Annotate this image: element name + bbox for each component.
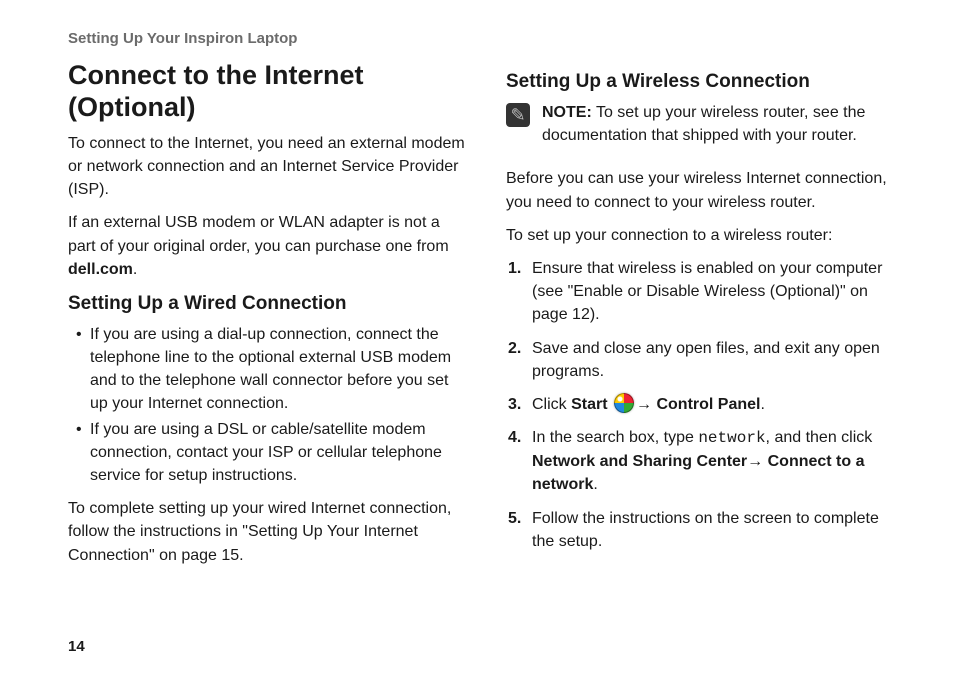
- dell-link-text: dell.com: [68, 261, 133, 278]
- windows-start-icon: [614, 393, 634, 413]
- control-panel-label: Control Panel: [656, 396, 760, 413]
- arrow: →: [636, 396, 656, 413]
- text: .: [133, 261, 137, 278]
- intro-paragraph-2: If an external USB modem or WLAN adapter…: [68, 211, 466, 281]
- wireless-steps: 1. Ensure that wireless is enabled on yo…: [506, 257, 904, 553]
- wireless-p1: Before you can use your wireless Interne…: [506, 167, 904, 213]
- note-block: ✎ NOTE: To set up your wireless router, …: [506, 101, 904, 157]
- note-text: NOTE: To set up your wireless router, se…: [542, 101, 904, 147]
- list-item: If you are using a DSL or cable/satellit…: [90, 418, 466, 488]
- left-column: Connect to the Internet (Optional) To co…: [68, 59, 466, 577]
- page-number: 14: [68, 638, 85, 655]
- list-item: 2. Save and close any open files, and ex…: [532, 337, 904, 383]
- section-header: Setting Up Your Inspiron Laptop: [68, 30, 904, 47]
- wireless-p2: To set up your connection to a wireless …: [506, 224, 904, 247]
- list-item: 1. Ensure that wireless is enabled on yo…: [532, 257, 904, 327]
- step-number: 4.: [508, 426, 521, 449]
- page-title: Connect to the Internet (Optional): [68, 59, 466, 124]
- text: .: [593, 476, 597, 493]
- list-item: 3. Click Start → Control Panel.: [532, 393, 904, 416]
- wired-bullet-list: If you are using a dial-up connection, c…: [68, 323, 466, 487]
- list-item: 4. In the search box, type network, and …: [532, 426, 904, 497]
- step-number: 3.: [508, 393, 521, 416]
- text: In the search box, type: [532, 429, 698, 446]
- wireless-heading: Setting Up a Wireless Connection: [506, 71, 904, 93]
- content-columns: Connect to the Internet (Optional) To co…: [68, 59, 904, 577]
- right-column: Setting Up a Wireless Connection ✎ NOTE:…: [506, 59, 904, 577]
- step-text: Follow the instructions on the screen to…: [532, 510, 879, 550]
- intro-paragraph-1: To connect to the Internet, you need an …: [68, 132, 466, 202]
- network-center-label: Network and Sharing Center: [532, 453, 747, 470]
- wired-outro: To complete setting up your wired Intern…: [68, 497, 466, 567]
- step-number: 5.: [508, 507, 521, 530]
- list-item: 5. Follow the instructions on the screen…: [532, 507, 904, 553]
- step-text: Save and close any open files, and exit …: [532, 340, 880, 380]
- start-label: Start: [571, 396, 612, 413]
- list-item: If you are using a dial-up connection, c…: [90, 323, 466, 416]
- arrow: →: [747, 453, 767, 470]
- step-number: 1.: [508, 257, 521, 280]
- code-text: network: [698, 429, 765, 447]
- text: If an external USB modem or WLAN adapter…: [68, 214, 449, 254]
- text: Click: [532, 396, 571, 413]
- step-number: 2.: [508, 337, 521, 360]
- step-text: Ensure that wireless is enabled on your …: [532, 260, 882, 323]
- wired-heading: Setting Up a Wired Connection: [68, 293, 466, 315]
- note-label: NOTE:: [542, 104, 592, 121]
- text: , and then click: [766, 429, 873, 446]
- note-icon: ✎: [506, 103, 530, 127]
- text: .: [760, 396, 764, 413]
